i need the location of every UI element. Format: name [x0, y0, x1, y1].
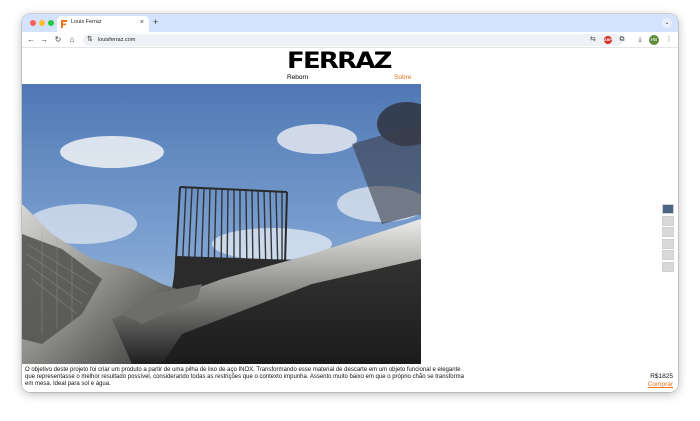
home-icon[interactable]: ⌂	[67, 35, 77, 45]
ferraz-favicon-icon	[61, 20, 67, 28]
site-settings-icon[interactable]: ⇅	[87, 35, 93, 45]
tab-close-icon[interactable]: ×	[140, 18, 144, 28]
buy-link[interactable]: Comprar	[648, 381, 673, 388]
thumbnail-1[interactable]	[662, 204, 674, 214]
close-window-button[interactable]	[30, 20, 36, 26]
maximize-window-button[interactable]	[48, 20, 54, 26]
profile-avatar[interactable]: HB	[649, 35, 659, 45]
product-price: R$1825	[650, 373, 673, 380]
thumbnail-2[interactable]	[662, 215, 674, 226]
thumbnail-strip	[662, 204, 675, 273]
minimize-window-button[interactable]	[39, 20, 45, 26]
product-photo	[22, 84, 421, 364]
tab-search-button[interactable]: ⌄	[662, 18, 672, 28]
browser-window: Louis Ferraz × + ⌄ ← → ↻ ⌂ ⇅ louisferraz…	[22, 14, 678, 392]
tab-strip: Louis Ferraz × + ⌄	[22, 14, 678, 32]
download-icon[interactable]: ⤓	[635, 35, 645, 45]
browser-toolbar: ← → ↻ ⌂ ⇅ louisferraz.com ⇆ ☆ ABP ⧉ ⤓ HB…	[22, 32, 678, 48]
ferraz-logo[interactable]: FERRAZ	[287, 51, 413, 73]
forward-arrow-icon[interactable]: →	[39, 35, 49, 45]
back-arrow-icon[interactable]: ←	[26, 35, 36, 45]
product-description: O objetivo deste projeto foi criar um pr…	[25, 367, 464, 387]
address-bar[interactable]: ⇅ louisferraz.com ⇆ ☆	[83, 34, 623, 46]
translate-icon[interactable]: ⇆	[590, 35, 596, 45]
extensions-puzzle-icon[interactable]: ⧉	[617, 35, 627, 45]
new-tab-button[interactable]: +	[153, 16, 158, 28]
tab-louis-ferraz[interactable]: Louis Ferraz ×	[57, 16, 149, 32]
tab-title: Louis Ferraz	[71, 19, 102, 25]
url-text[interactable]: louisferraz.com	[98, 36, 135, 44]
desktop-background: Louis Ferraz × + ⌄ ← → ↻ ⌂ ⇅ louisferraz…	[0, 0, 700, 421]
thumbnail-5[interactable]	[662, 250, 674, 260]
nav-link-reborn[interactable]: Reborn	[287, 74, 308, 81]
reload-icon[interactable]: ↻	[53, 35, 63, 45]
logo-text: FERRAZ	[287, 49, 393, 74]
nav-link-sobre[interactable]: Sobre	[394, 74, 411, 81]
thumbnail-3[interactable]	[662, 227, 674, 237]
thumbnail-6[interactable]	[662, 261, 674, 272]
thumbnail-4[interactable]	[662, 238, 674, 249]
adblock-extension-icon[interactable]: ABP	[604, 36, 612, 44]
product-photo-chair-on-scrap	[22, 84, 421, 364]
browser-menu-icon[interactable]: ⋮	[664, 35, 674, 45]
web-page: FERRAZ Reborn Sobre O objetivo deste pro…	[22, 49, 678, 392]
